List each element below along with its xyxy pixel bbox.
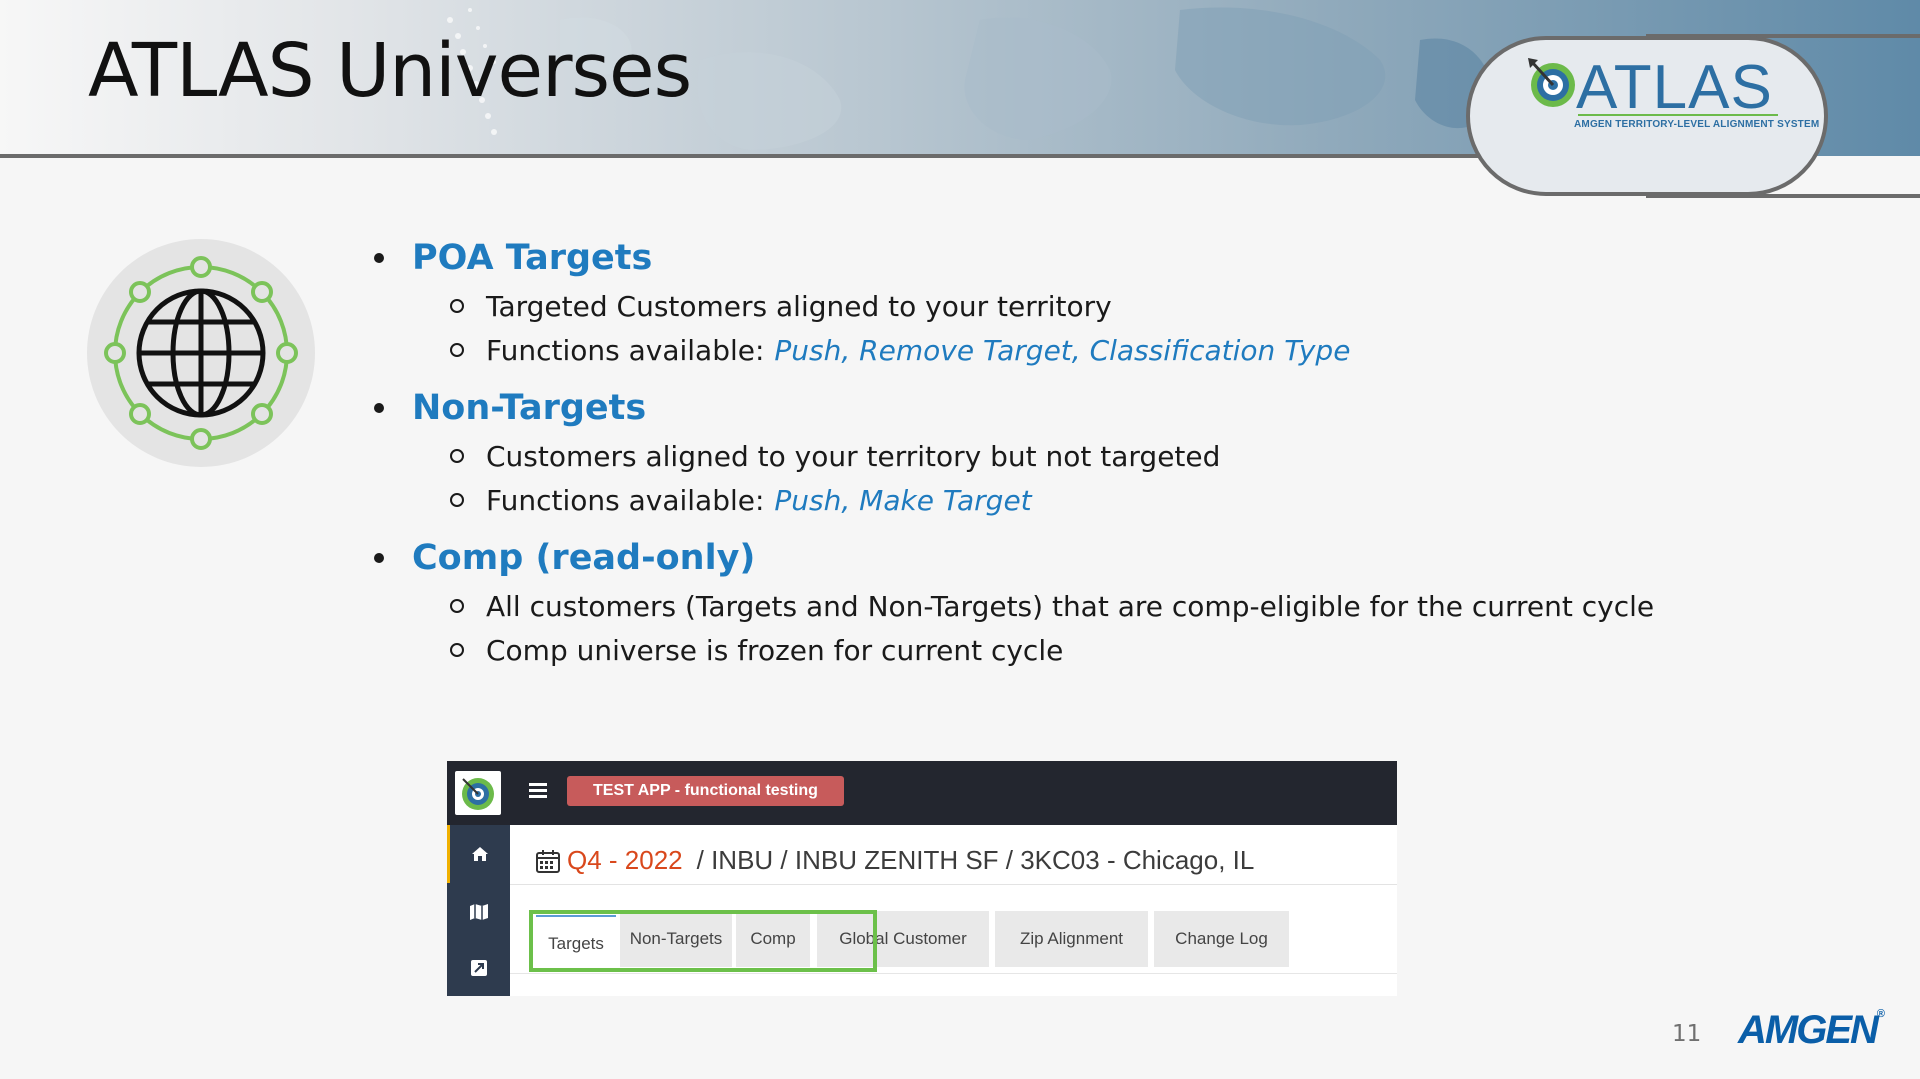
app-topbar: TEST APP - functional testing (447, 761, 1397, 825)
header-divider (0, 154, 1480, 158)
sidebar-item-external[interactable] (447, 939, 510, 996)
item-text: Comp universe is frozen for current cycl… (486, 633, 1064, 667)
registered-mark: ® (1876, 1008, 1885, 1020)
sub-bullet (450, 299, 464, 313)
bullet (374, 553, 384, 563)
atlas-logo-text: ATLAS (1576, 53, 1773, 122)
sub-bullet (450, 343, 464, 357)
section-non-targets: Non-Targets Customers aligned to your te… (374, 382, 1754, 522)
sub-bullet (450, 449, 464, 463)
sub-bullet (450, 643, 464, 657)
target-logo-icon (462, 778, 494, 810)
sub-bullet (450, 599, 464, 613)
section-poa-targets: POA Targets Targeted Customers aligned t… (374, 232, 1754, 372)
atlas-logo-rule (1578, 114, 1778, 116)
amgen-logo: AMGEN® (1738, 1008, 1885, 1053)
section-title: POA Targets (412, 238, 653, 278)
section-title: Non-Targets (412, 388, 647, 428)
breadcrumb-divider (510, 884, 1397, 885)
list-item: Comp universe is frozen for current cycl… (374, 628, 1754, 672)
tab-change-log[interactable]: Change Log (1154, 911, 1289, 967)
item-label: Functions available: (486, 333, 765, 367)
breadcrumb-path: / INBU / INBU ZENITH SF / 3KC03 - Chicag… (696, 845, 1255, 875)
list-item: Customers aligned to your territory but … (374, 434, 1754, 478)
list-item: Functions available: Push, Remove Target… (374, 328, 1754, 372)
app-sidebar (447, 825, 510, 996)
item-text: All customers (Targets and Non-Targets) … (486, 589, 1655, 623)
sidebar-item-map[interactable] (447, 883, 510, 941)
atlas-app-screenshot: TEST APP - functional testing Q4 - 2022 … (447, 761, 1397, 996)
map-icon (469, 904, 488, 920)
section-title: Comp (read-only) (412, 538, 756, 578)
functions-text: Push, Remove Target, Classification Type (774, 333, 1351, 367)
app-logo[interactable] (455, 771, 501, 815)
external-link-icon (470, 960, 487, 976)
atlas-logo-subtitle: AMGEN TERRITORY-LEVEL ALIGNMENT SYSTEM (1574, 119, 1820, 130)
home-icon (472, 847, 488, 861)
breadcrumb-period[interactable]: Q4 - 2022 (567, 845, 683, 876)
item-text: Customers aligned to your territory but … (486, 439, 1221, 473)
tab-zip-alignment[interactable]: Zip Alignment (995, 911, 1148, 967)
list-item: All customers (Targets and Non-Targets) … (374, 584, 1754, 628)
item-label: Functions available: (486, 483, 765, 517)
page-number: 11 (1672, 1021, 1702, 1047)
sub-bullet (450, 493, 464, 507)
section-comp: Comp (read-only) All customers (Targets … (374, 532, 1754, 672)
list-item: Functions available: Push, Make Target (374, 478, 1754, 522)
sidebar-item-home[interactable] (447, 825, 510, 883)
calendar-icon (536, 849, 560, 873)
globe-network-icon (86, 238, 316, 468)
page-title: ATLAS Universes (88, 28, 692, 114)
tabs-divider (510, 973, 1397, 974)
functions-text: Push, Make Target (774, 483, 1032, 517)
hamburger-menu-icon[interactable] (529, 783, 547, 799)
bullet (374, 403, 384, 413)
breadcrumb: Q4 - 2022 / INBU / INBU ZENITH SF / 3KC0… (535, 845, 1254, 876)
item-text: Targeted Customers aligned to your terri… (486, 289, 1112, 323)
universe-list: POA Targets Targeted Customers aligned t… (374, 232, 1754, 682)
amgen-logo-text: AMGEN (1738, 1008, 1879, 1052)
tabs-highlight-box (529, 910, 877, 972)
test-app-badge: TEST APP - functional testing (567, 776, 844, 806)
bullet (374, 253, 384, 263)
atlas-target-icon (1526, 56, 1580, 114)
list-item: Targeted Customers aligned to your terri… (374, 284, 1754, 328)
